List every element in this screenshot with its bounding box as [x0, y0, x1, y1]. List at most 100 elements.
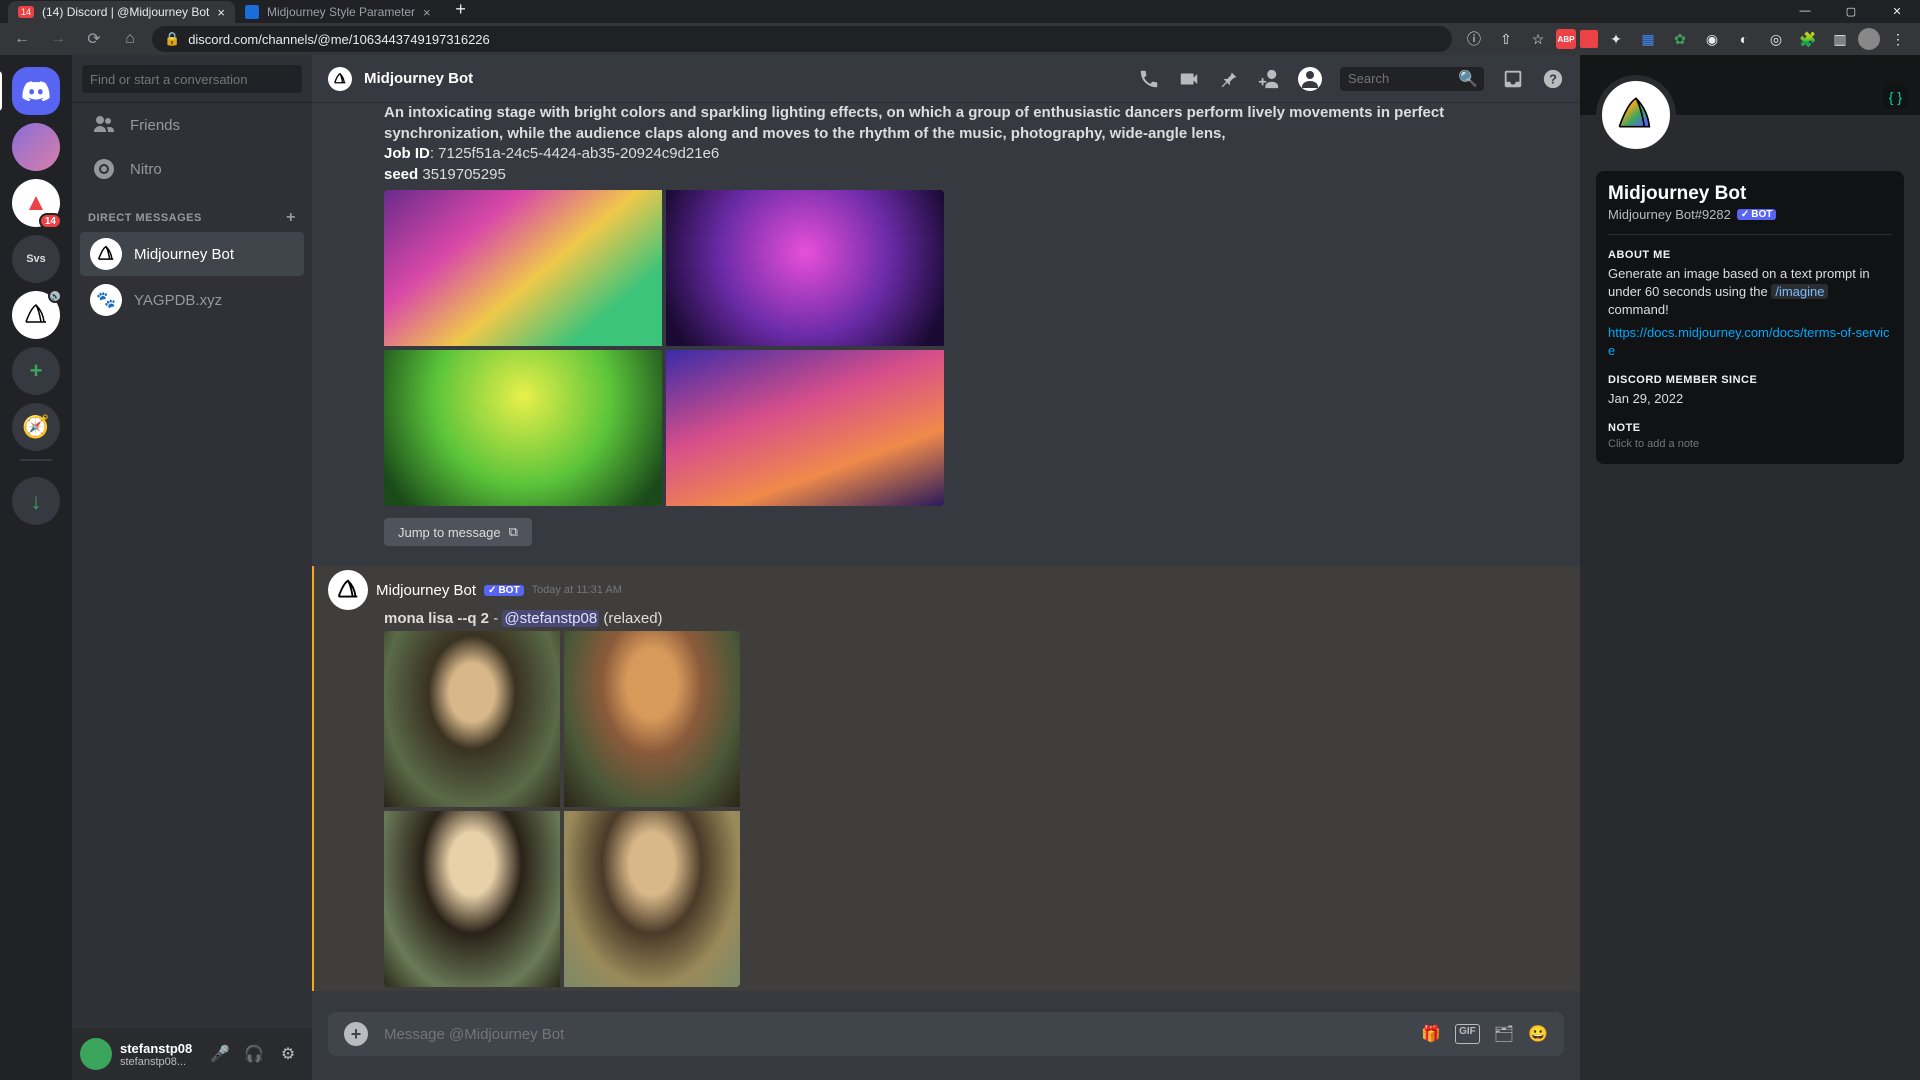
message-input[interactable] — [384, 1026, 1405, 1043]
side-panel-icon[interactable]: ▥ — [1826, 25, 1854, 53]
dm-item-midjourney[interactable]: Midjourney Bot — [80, 232, 304, 276]
generated-image[interactable] — [666, 190, 944, 346]
back-icon[interactable]: ← — [8, 25, 36, 53]
pinned-messages-icon[interactable] — [1218, 68, 1240, 90]
message-timestamp: Today at 11:31 AM — [532, 584, 622, 596]
bookmark-star-icon[interactable]: ☆ — [1524, 25, 1552, 53]
yagpdb-avatar-icon: 🐾 — [90, 284, 122, 316]
extension-icon[interactable]: ◉ — [1698, 25, 1726, 53]
guild-badge: 14 — [39, 213, 62, 229]
close-window-icon[interactable]: ✕ — [1874, 0, 1920, 22]
explore-guild-button[interactable]: 🧭 — [12, 403, 60, 451]
download-apps-button[interactable]: ↓ — [12, 477, 60, 525]
help-icon[interactable]: ? — [1542, 68, 1564, 90]
extension-icon[interactable]: ◐ — [1730, 25, 1758, 53]
browser-tabs-bar: 14 (14) Discord | @Midjourney Bot × Midj… — [0, 0, 1920, 23]
generated-image[interactable] — [564, 811, 740, 987]
reload-icon[interactable]: ⟳ — [80, 25, 108, 53]
profile-avatar-icon[interactable] — [1858, 28, 1880, 50]
generated-image[interactable] — [666, 350, 944, 506]
translate-icon[interactable]: ⓘ — [1460, 25, 1488, 53]
home-icon[interactable]: ⌂ — [116, 25, 144, 53]
find-conversation-input[interactable] — [82, 65, 302, 93]
chat-title: Midjourney Bot — [364, 70, 1126, 87]
guilds-bar: ▲ 14 Svs 🔊 + 🧭 ↓ — [0, 55, 72, 1080]
deafen-icon[interactable]: 🎧 — [238, 1038, 270, 1070]
voice-call-icon[interactable] — [1138, 68, 1160, 90]
self-username: stefanstp08 — [120, 1041, 204, 1056]
user-profile-icon[interactable] — [1298, 67, 1322, 91]
gift-icon[interactable]: 🎁 — [1421, 1024, 1441, 1044]
tab-close-icon[interactable]: × — [217, 5, 225, 20]
sticker-icon[interactable]: 🗂 — [1494, 1024, 1514, 1044]
url-text: discord.com/channels/@me/106344374919731… — [188, 32, 490, 47]
image-grid-monalisa[interactable] — [384, 631, 740, 987]
self-avatar-icon[interactable] — [80, 1038, 112, 1070]
forward-icon[interactable]: → — [44, 25, 72, 53]
developer-badge-icon: { } — [1883, 85, 1908, 109]
kebab-menu-icon[interactable]: ⋮ — [1884, 25, 1912, 53]
create-dm-icon[interactable]: + — [286, 209, 296, 227]
dm-header-label: DIRECT MESSAGES — [88, 212, 202, 224]
about-header: ABOUT ME — [1608, 249, 1892, 261]
jump-to-message-button[interactable]: Jump to message ⧉ — [384, 518, 532, 546]
url-input[interactable]: 🔒 discord.com/channels/@me/1063443749197… — [152, 26, 1452, 52]
favicon-badge: 14 — [18, 6, 34, 18]
browser-tab-inactive[interactable]: Midjourney Style Parameter × — [235, 1, 441, 23]
inbox-icon[interactable] — [1502, 68, 1524, 90]
generated-image[interactable] — [384, 350, 662, 506]
extension-icon[interactable]: ▦ — [1634, 25, 1662, 53]
guild-midjourney[interactable]: 🔊 — [12, 291, 60, 339]
search-box[interactable]: 🔍 — [1340, 67, 1484, 91]
extension-icon[interactable]: ◎ — [1762, 25, 1790, 53]
guild-text[interactable]: Svs — [12, 235, 60, 283]
abp-icon[interactable]: ABP — [1556, 29, 1576, 49]
guild-server[interactable]: ▲ 14 — [12, 179, 60, 227]
friends-label: Friends — [130, 117, 180, 134]
extension-icon[interactable]: ✦ — [1602, 25, 1630, 53]
nitro-nav[interactable]: Nitro — [80, 149, 304, 189]
user-settings-icon[interactable]: ⚙ — [272, 1038, 304, 1070]
dm-name: YAGPDB.xyz — [134, 292, 222, 309]
user-mention[interactable]: @stefanstp08 — [502, 610, 599, 627]
home-guild-button[interactable] — [12, 67, 60, 115]
jump-label: Jump to message — [398, 525, 501, 540]
bot-tag-badge: ✓BOT — [484, 585, 524, 596]
emoji-icon[interactable]: 😀 — [1528, 1024, 1548, 1044]
guild-label: Svs — [26, 253, 46, 265]
add-friends-icon[interactable] — [1258, 68, 1280, 90]
member-since-header: DISCORD MEMBER SINCE — [1608, 374, 1892, 386]
add-guild-button[interactable]: + — [12, 347, 60, 395]
generated-image[interactable] — [384, 190, 662, 346]
mute-mic-icon[interactable]: 🎤 — [204, 1038, 236, 1070]
new-tab-button[interactable]: + — [447, 0, 475, 23]
generated-image[interactable] — [384, 631, 560, 807]
message-avatar-icon[interactable] — [328, 570, 368, 610]
extension-icon[interactable]: ✿ — [1666, 25, 1694, 53]
message-author[interactable]: Midjourney Bot — [376, 582, 476, 599]
browser-tab-active[interactable]: 14 (14) Discord | @Midjourney Bot × — [8, 1, 235, 23]
video-call-icon[interactable] — [1178, 68, 1200, 90]
share-icon[interactable]: ⇧ — [1492, 25, 1520, 53]
generated-image[interactable] — [384, 811, 560, 987]
profile-avatar-icon[interactable] — [1596, 75, 1676, 155]
open-icon: ⧉ — [509, 524, 518, 540]
gif-icon[interactable]: GIF — [1455, 1024, 1480, 1044]
guild-avatar[interactable] — [12, 123, 60, 171]
maximize-icon[interactable]: ▢ — [1828, 0, 1874, 22]
extension-icon[interactable] — [1580, 30, 1598, 48]
jobid-line: Job ID: 7125f51a-24c5-4424-ab35-20924c9d… — [384, 144, 1564, 165]
search-input[interactable] — [1348, 71, 1458, 86]
tos-link[interactable]: https://docs.midjourney.com/docs/terms-o… — [1608, 325, 1890, 358]
dm-item-yagpdb[interactable]: 🐾 YAGPDB.xyz — [80, 278, 304, 322]
tab-close-icon[interactable]: × — [423, 5, 431, 20]
attach-icon[interactable]: + — [344, 1022, 368, 1046]
puzzle-extensions-icon[interactable]: 🧩 — [1794, 25, 1822, 53]
discord-logo-icon — [22, 81, 50, 101]
image-grid-stage[interactable] — [384, 190, 944, 507]
note-input[interactable] — [1608, 438, 1892, 450]
generated-image[interactable] — [564, 631, 740, 807]
profile-name: Midjourney Bot — [1608, 183, 1892, 205]
minimize-icon[interactable]: — — [1782, 0, 1828, 22]
friends-nav[interactable]: Friends — [80, 105, 304, 145]
